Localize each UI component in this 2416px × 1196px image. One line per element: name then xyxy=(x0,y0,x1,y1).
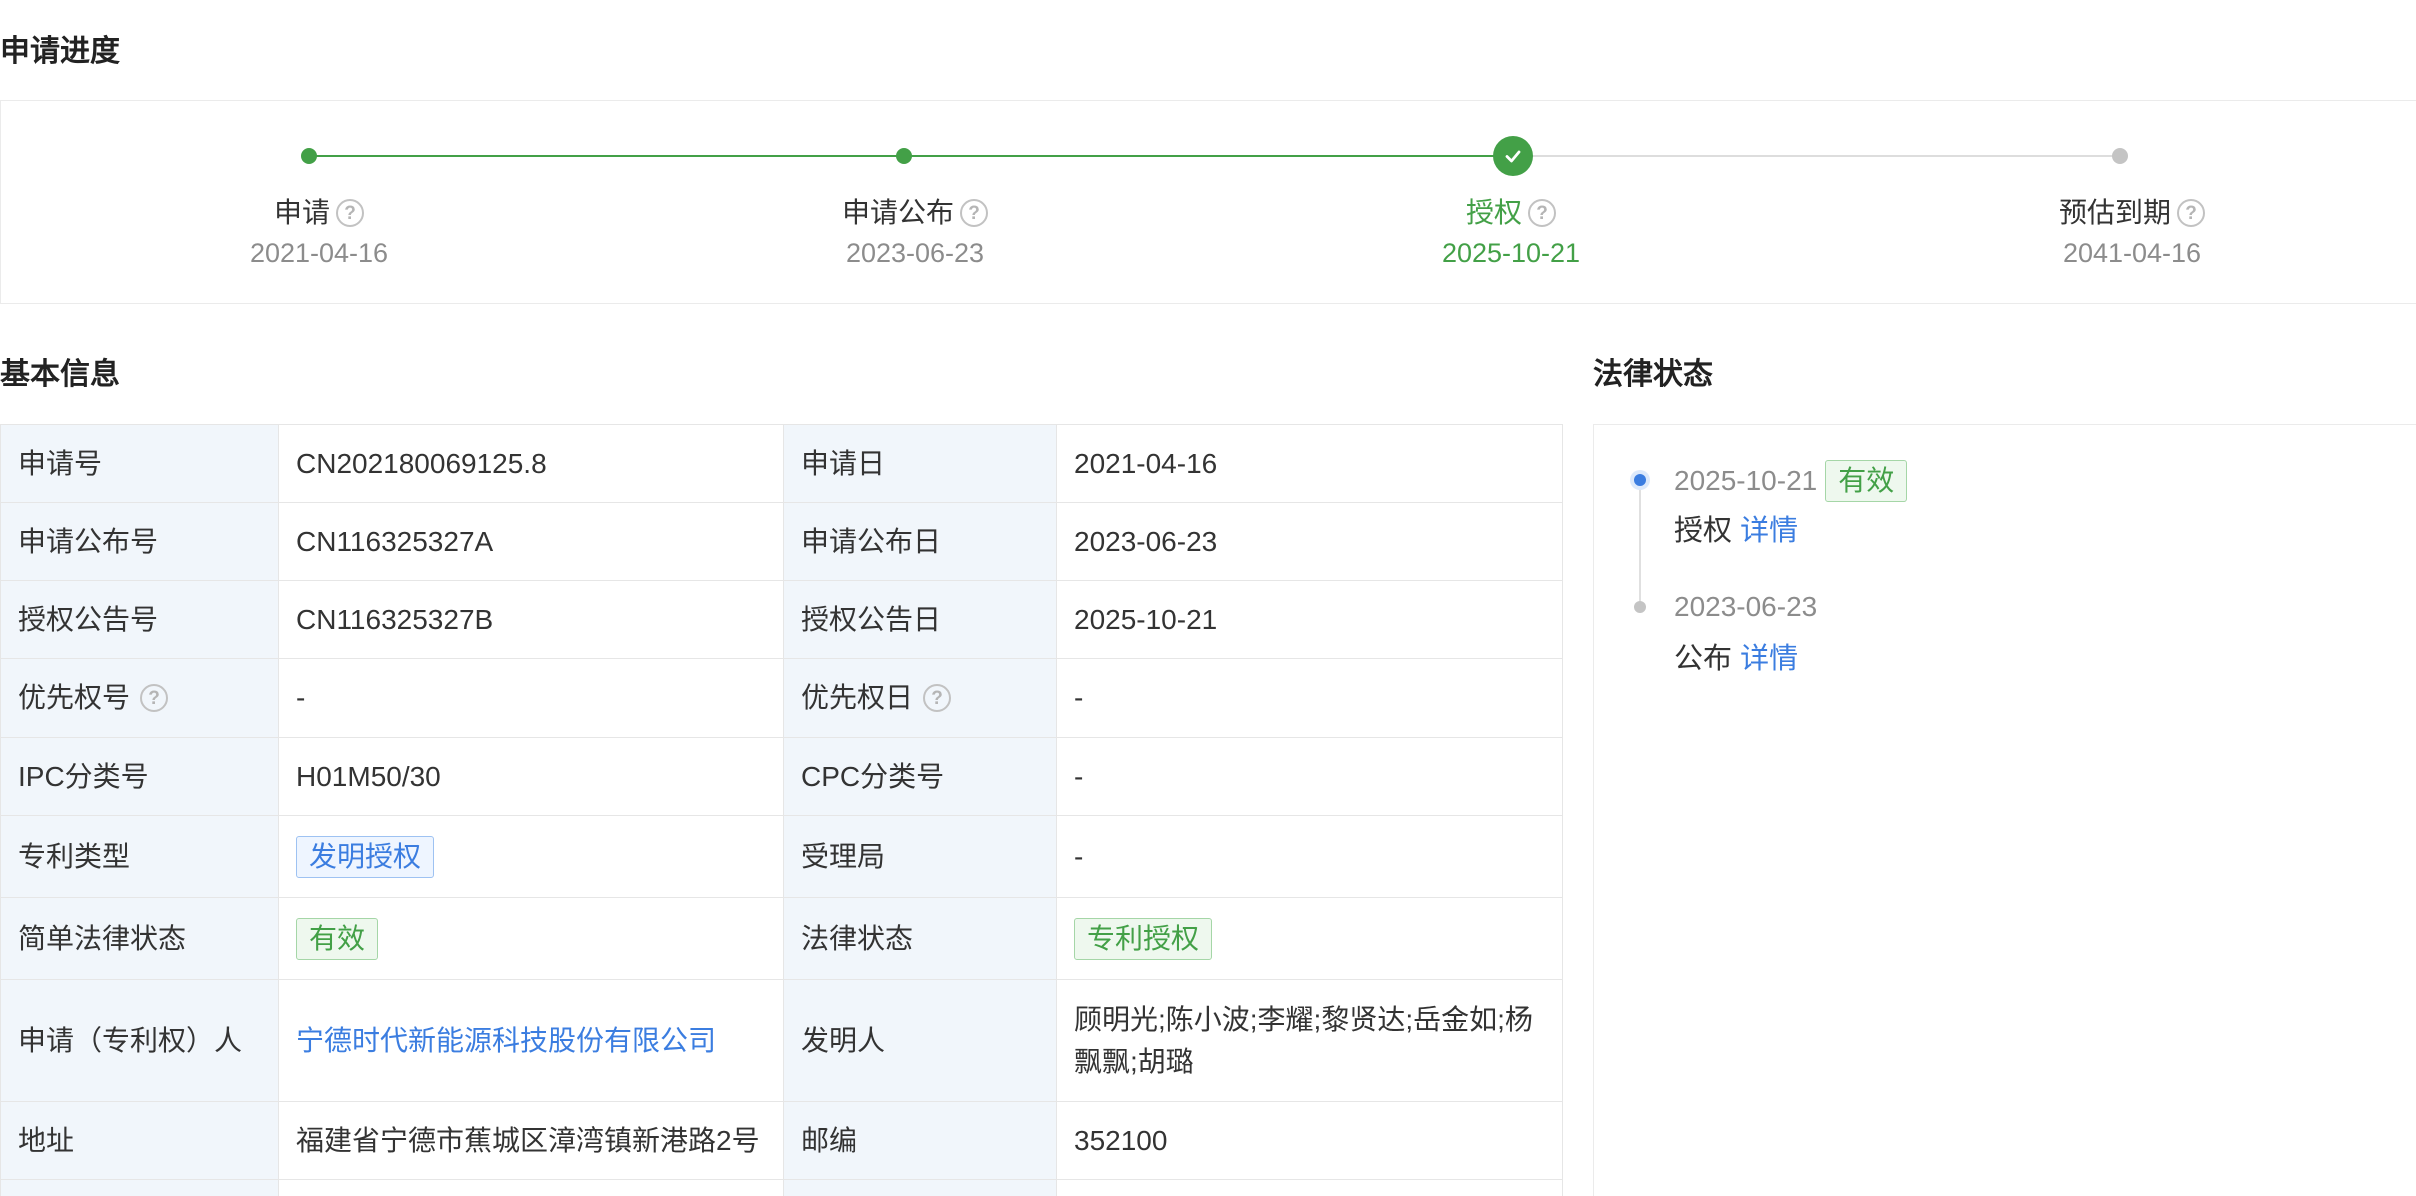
timeline-event-1-date: 2025-10-21 xyxy=(1674,465,1818,496)
table-row: IPC分类号 H01M50/30 CPC分类号 - xyxy=(0,737,1563,816)
progress-dot-expire xyxy=(2112,148,2128,164)
table-row: 授权公告号 CN116325327B 授权公告日 2025-10-21 xyxy=(0,580,1563,659)
timeline-event-2-date: 2023-06-23 xyxy=(1674,591,1818,622)
applicant-link[interactable]: 宁德时代新能源科技股份有限公司 xyxy=(296,1025,716,1056)
step-expire-label: 预估到期 ? xyxy=(1932,196,2332,230)
progress-dot-apply xyxy=(301,148,317,164)
address-value: 福建省宁德市蕉城区漳湾镇新港路2号 xyxy=(278,1101,784,1180)
cpc-value: - xyxy=(1056,737,1563,816)
step-expire-date: 2041-04-16 xyxy=(2062,238,2202,268)
step-apply-date: 2021-04-16 xyxy=(249,238,389,268)
timeline-event-1-detail-link[interactable]: 详情 xyxy=(1740,515,1798,547)
progress-dot-publish xyxy=(896,148,912,164)
grant-number-value: CN116325327B xyxy=(278,580,784,659)
step-publish-text: 申请公布 xyxy=(841,197,954,228)
table-row: 地址 福建省宁德市蕉城区漳湾镇新港路2号 邮编 352100 xyxy=(0,1101,1563,1180)
patent-type-label: 专利类型 xyxy=(0,815,279,898)
grant-date-value: 2025-10-21 xyxy=(1056,580,1563,659)
priority-number-value: - xyxy=(278,658,784,738)
application-date-label: 申请日 xyxy=(783,424,1057,503)
help-icon[interactable]: ? xyxy=(336,199,364,227)
priority-date-value: - xyxy=(1056,658,1563,738)
progress-track-2 xyxy=(904,155,1512,157)
application-number-value: CN202180069125.8 xyxy=(278,424,784,503)
progress-dot-grant xyxy=(1493,136,1533,176)
timeline-event-1-desc: 授权 xyxy=(1674,515,1733,547)
simple-legal-status-label: 简单法律状态 xyxy=(0,897,279,980)
ipc-value: H01M50/30 xyxy=(278,737,784,816)
progress-section-title: 申请进度 xyxy=(0,35,120,68)
grant-number-label: 授权公告号 xyxy=(0,580,279,659)
inventor-label: 发明人 xyxy=(783,979,1057,1102)
legal-status-tag: 专利授权 xyxy=(1074,917,1213,960)
step-apply-label: 申请 ? xyxy=(119,196,519,230)
table-row: 简单法律状态 有效 法律状态 专利授权 xyxy=(0,897,1563,980)
step-publish-label: 申请公布 ? xyxy=(715,196,1115,230)
application-number-label: 申请号 xyxy=(0,424,279,503)
legal-status-title: 法律状态 xyxy=(1593,358,1713,391)
timeline-event-1-body: 授权 详情 xyxy=(1674,513,1798,549)
step-grant-label: 授权 ? xyxy=(1311,196,1711,230)
address-label: 地址 xyxy=(0,1101,279,1180)
table-row: 申请公布号 CN116325327A 申请公布日 2023-06-23 xyxy=(0,502,1563,581)
application-date-value: 2021-04-16 xyxy=(1056,424,1563,503)
table-row: 优先权号 ? - 优先权日 ? - xyxy=(0,658,1563,738)
timeline-event-2-detail-link[interactable]: 详情 xyxy=(1740,643,1798,675)
priority-date-label: 优先权日 ? xyxy=(783,658,1057,738)
table-row: 专利类型 发明授权 受理局 - xyxy=(0,815,1563,898)
basic-info-title: 基本信息 xyxy=(0,358,120,391)
ipc-label: IPC分类号 xyxy=(0,737,279,816)
postcode-value: 352100 xyxy=(1056,1101,1563,1180)
grant-date-label: 授权公告日 xyxy=(783,580,1057,659)
publication-number-label: 申请公布号 xyxy=(0,502,279,581)
patent-detail-page: 申请进度 申请 ? 2021-04-16 申请公布 ? 2023-06-23 授… xyxy=(0,0,2416,1196)
postcode-label: 邮编 xyxy=(783,1101,1057,1180)
publication-date-label: 申请公布日 xyxy=(783,502,1057,581)
simple-legal-status-tag: 有效 xyxy=(296,917,379,960)
table-row: 申请号 CN202180069125.8 申请日 2021-04-16 xyxy=(0,424,1563,503)
table-row: 申请（专利权）人 宁德时代新能源科技股份有限公司 发明人 顾明光;陈小波;李耀;… xyxy=(0,979,1563,1102)
legal-status-cell: 专利授权 xyxy=(1056,897,1563,980)
timeline-line xyxy=(1639,480,1641,606)
timeline-event-2-header: 2023-06-23 xyxy=(1674,589,1817,625)
priority-number-label: 优先权号 ? xyxy=(0,658,279,738)
patent-type-tag: 发明授权 xyxy=(296,835,435,878)
help-icon[interactable]: ? xyxy=(1528,199,1556,227)
check-icon xyxy=(1505,150,1521,163)
help-icon[interactable]: ? xyxy=(140,684,169,712)
basic-info-table: 申请号 CN202180069125.8 申请日 2021-04-16 申请公布… xyxy=(0,424,1563,1196)
progress-track-1 xyxy=(309,155,904,157)
priority-number-text: 优先权号 xyxy=(18,682,131,713)
timeline-event-1-header: 2025-10-21 有效 xyxy=(1674,460,1908,502)
timeline-event-1-badge: 有效 xyxy=(1825,460,1908,502)
help-icon[interactable]: ? xyxy=(923,684,952,712)
timeline-dot-past xyxy=(1634,601,1646,613)
applicant-label: 申请（专利权）人 xyxy=(0,979,279,1102)
publication-date-value: 2023-06-23 xyxy=(1056,502,1563,581)
publication-number-value: CN116325327A xyxy=(278,502,784,581)
step-grant-date: 2025-10-21 xyxy=(1441,238,1581,268)
priority-date-text: 优先权日 xyxy=(801,682,914,713)
help-icon[interactable]: ? xyxy=(960,199,988,227)
step-publish-date: 2023-06-23 xyxy=(845,238,985,268)
cpc-label: CPC分类号 xyxy=(783,737,1057,816)
simple-legal-status-cell: 有效 xyxy=(278,897,784,980)
step-apply-text: 申请 xyxy=(273,197,330,228)
step-expire-text: 预估到期 xyxy=(2058,197,2171,228)
timeline-event-2-desc: 公布 xyxy=(1674,643,1733,675)
help-icon[interactable]: ? xyxy=(2177,199,2205,227)
applicant-cell: 宁德时代新能源科技股份有限公司 xyxy=(278,979,784,1102)
receiving-office-label: 受理局 xyxy=(783,815,1057,898)
table-row xyxy=(0,1179,1563,1196)
legal-status-label: 法律状态 xyxy=(783,897,1057,980)
progress-track-3 xyxy=(1512,155,2121,157)
inventor-value: 顾明光;陈小波;李耀;黎贤达;岳金如;杨飘飘;胡璐 xyxy=(1056,979,1563,1102)
patent-type-cell: 发明授权 xyxy=(278,815,784,898)
timeline-dot-current xyxy=(1634,474,1646,486)
step-grant-text: 授权 xyxy=(1465,197,1522,228)
receiving-office-value: - xyxy=(1056,815,1563,898)
timeline-event-2-body: 公布 详情 xyxy=(1674,641,1798,677)
